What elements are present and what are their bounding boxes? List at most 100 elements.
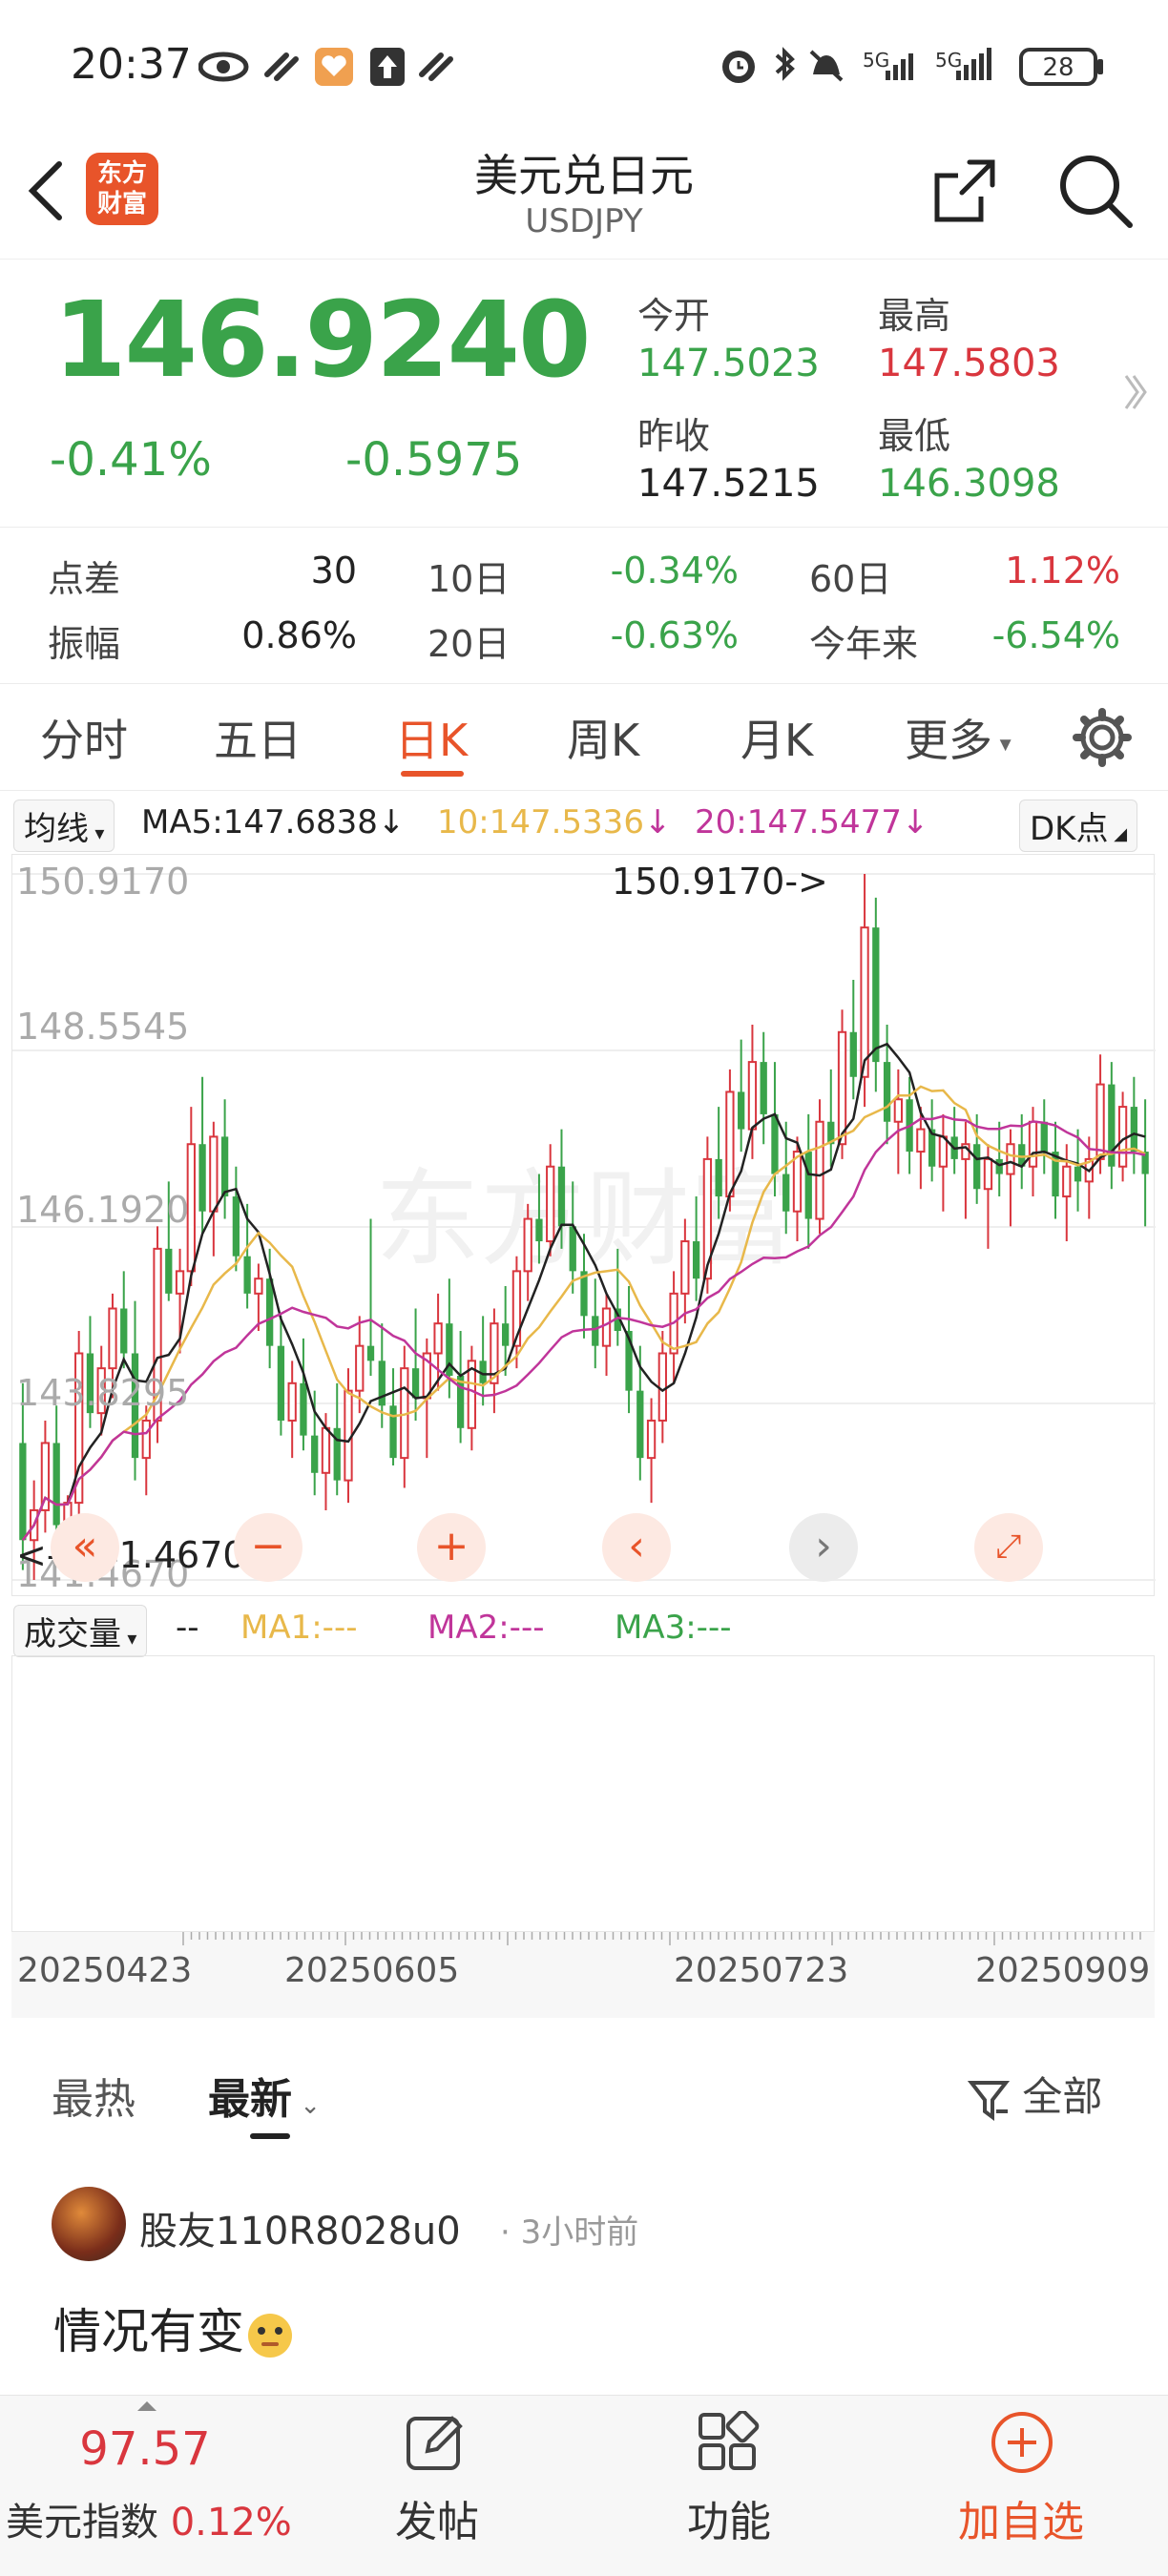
chart-fullscreen-icon[interactable]: ⤢ (974, 1513, 1043, 1582)
candle-body (266, 1278, 274, 1346)
candle-body (792, 1151, 803, 1213)
svg-text:5G: 5G (863, 49, 889, 72)
max-annotation: 150.9170-> (612, 861, 828, 903)
chart-prev-icon[interactable]: « (51, 1513, 119, 1582)
d60-label: 60日 (809, 558, 892, 600)
candle-body (141, 1419, 151, 1460)
candle-body (321, 1426, 331, 1474)
candle-body (883, 1062, 891, 1122)
open-value: 147.5023 (637, 342, 820, 385)
candle-body (1040, 1121, 1048, 1153)
change-percent: -0.41% (50, 433, 212, 487)
candle-body (1062, 1165, 1072, 1198)
candle-body (355, 1344, 365, 1392)
candle-body (209, 1135, 219, 1213)
d60-value: 1.12% (1005, 550, 1120, 592)
functions-grid-icon[interactable] (697, 2411, 760, 2474)
candle-body (938, 1135, 949, 1168)
chart-zoom-in-icon[interactable]: + (417, 1513, 486, 1582)
chart-move-right-icon[interactable]: › (789, 1513, 858, 1582)
status-right-icons: 5G 5G 28 (722, 47, 1103, 86)
candle-body (243, 1256, 251, 1294)
post-button[interactable]: 发帖 (342, 2487, 532, 2548)
tab-hottest[interactable]: 最热 (52, 2065, 136, 2126)
dollar-index-label[interactable]: 美元指数 0.12% (6, 2491, 292, 2546)
candle-body (973, 1144, 981, 1190)
dk-point-selector[interactable]: DK点 ◢ (1019, 800, 1138, 852)
search-icon[interactable] (1055, 151, 1136, 231)
candlestick-chart[interactable]: 东方财富 150.9170 148.5545 146.1920 143.8295… (11, 854, 1156, 1596)
candle-body (782, 1174, 790, 1212)
low-value: 146.3098 (878, 462, 1060, 506)
volume-selector[interactable]: 成交量 ▾ (13, 1605, 148, 1657)
add-watchlist-button[interactable]: 加自选 (926, 2487, 1116, 2548)
ma-selector[interactable]: 均线 ▾ (13, 800, 115, 852)
chart-zoom-out-icon[interactable]: − (234, 1513, 302, 1582)
candle-body (1095, 1083, 1105, 1160)
ytd-value: -6.54% (991, 614, 1120, 656)
tab-weekly-k[interactable]: 周K (567, 706, 639, 769)
add-watchlist-icon[interactable] (989, 2409, 1055, 2476)
amplitude-value: 0.86% (241, 614, 357, 656)
settings-gear-icon[interactable] (1071, 706, 1134, 769)
candle-body (601, 1307, 612, 1347)
share-icon[interactable] (928, 155, 1000, 227)
candle-body (108, 1307, 117, 1370)
expand-chevron-icon[interactable] (1122, 370, 1149, 414)
functions-button[interactable]: 功能 (634, 2487, 824, 2548)
candle-body (860, 926, 869, 1078)
candle-body (1006, 1143, 1015, 1175)
y-label-top: 150.9170 (16, 861, 190, 903)
edit-post-icon[interactable] (405, 2411, 466, 2472)
candle-body (636, 1390, 644, 1459)
candle-body (300, 1382, 307, 1436)
tab-newest[interactable]: 最新 ⌄ (208, 2065, 321, 2126)
high-label: 最高 (878, 295, 951, 337)
candle-body (1028, 1120, 1038, 1168)
link-icon-2 (419, 52, 453, 81)
candle-body (198, 1144, 206, 1212)
candle-body (815, 1120, 824, 1220)
tab-five-day[interactable]: 五日 (214, 706, 302, 769)
candle-body (254, 1278, 263, 1295)
candle-body (569, 1226, 576, 1272)
candle-body (366, 1345, 375, 1361)
d20-label: 20日 (428, 623, 511, 665)
candle-body (277, 1345, 285, 1421)
prev-close-label: 昨收 (637, 415, 711, 457)
ma20-value: 20:147.5477↓ (695, 803, 929, 841)
comment-username[interactable]: 股友110R8028u0 (139, 2200, 461, 2255)
tab-more[interactable]: 更多 ▾ (905, 706, 1012, 769)
candle-body (760, 1062, 767, 1114)
app-heart-icon (315, 48, 353, 86)
alarm-icon (722, 51, 755, 83)
chart-move-left-icon[interactable]: ‹ (602, 1513, 671, 1582)
candle-body (19, 1443, 27, 1541)
tab-monthly-k[interactable]: 月K (740, 706, 813, 769)
comment-text[interactable]: 情况有变 (53, 2294, 292, 2362)
spread-value: 30 (310, 550, 357, 592)
tab-daily-k[interactable]: 日K (395, 706, 468, 769)
eye-icon (198, 52, 249, 82)
prev-close-value: 147.5215 (637, 462, 820, 506)
candle-body (771, 1113, 779, 1174)
emoji-icon (248, 2313, 292, 2358)
low-label: 最低 (878, 415, 951, 457)
candle-body (804, 1152, 812, 1219)
x-tick-1: 20250423 (17, 1951, 193, 1990)
candle-body (725, 1091, 735, 1198)
vol-ma2: MA2:--- (428, 1609, 545, 1647)
status-left-icons (198, 48, 453, 86)
tab-intraday[interactable]: 分时 (40, 706, 128, 769)
avatar[interactable] (52, 2187, 126, 2261)
amplitude-label: 振幅 (48, 623, 121, 665)
dollar-index-value[interactable]: 97.57 (0, 2422, 290, 2476)
bottom-bar: 97.57 美元指数 0.12% 发帖 功能 加自选 (0, 2395, 1168, 2576)
candle-body (535, 1218, 543, 1242)
status-time: 20:37 (71, 40, 192, 89)
candle-body (232, 1196, 240, 1257)
candle-body (872, 927, 880, 1063)
filter-button[interactable]: 全部 (967, 2065, 1102, 2123)
mute-bell-icon (809, 50, 844, 82)
vol-ma1: MA1:--- (240, 1609, 358, 1647)
